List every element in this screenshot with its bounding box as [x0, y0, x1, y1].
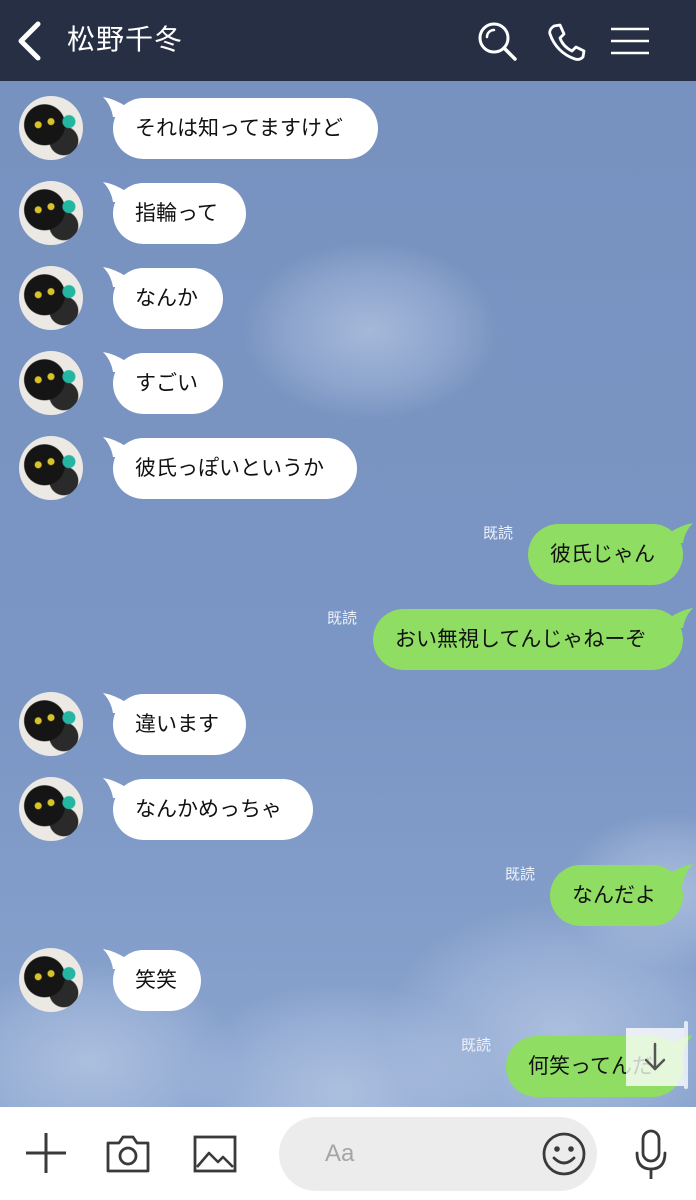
read-receipt: 既読: [505, 865, 536, 883]
background-cloud: [240, 241, 500, 421]
incoming-message-bubble[interactable]: 彼氏っぽいというか: [113, 438, 357, 499]
chat-title: 松野千冬: [67, 23, 184, 56]
search-icon[interactable]: [476, 20, 520, 62]
contact-avatar[interactable]: [19, 266, 83, 330]
chat-header: 松野千冬: [0, 0, 696, 81]
outgoing-message-bubble[interactable]: おい無視してんじゃねーぞ: [373, 609, 683, 670]
incoming-message-bubble[interactable]: 違います: [113, 694, 246, 755]
outgoing-message-bubble[interactable]: 彼氏じゃん: [528, 524, 683, 585]
read-receipt: 既読: [327, 609, 358, 627]
plus-icon[interactable]: [22, 1129, 70, 1177]
arrow-down-icon: [644, 1042, 666, 1071]
microphone-icon[interactable]: [632, 1127, 670, 1183]
message-input[interactable]: Aa: [279, 1117, 597, 1191]
menu-icon[interactable]: [608, 20, 652, 62]
contact-avatar[interactable]: [19, 181, 83, 245]
camera-icon[interactable]: [104, 1133, 152, 1175]
incoming-message-bubble[interactable]: すごい: [113, 353, 223, 414]
incoming-message-bubble[interactable]: なんか: [113, 268, 223, 329]
image-icon[interactable]: [192, 1133, 238, 1175]
contact-avatar[interactable]: [19, 777, 83, 841]
incoming-message-bubble[interactable]: それは知ってますけど: [113, 98, 378, 159]
emoji-icon[interactable]: [541, 1131, 587, 1177]
read-receipt: 既読: [461, 1036, 492, 1054]
scroll-to-bottom-button[interactable]: [626, 1028, 684, 1086]
contact-avatar[interactable]: [19, 351, 83, 415]
message-input-bar: Aa: [0, 1107, 696, 1200]
scrollbar[interactable]: [684, 1021, 688, 1089]
contact-avatar[interactable]: [19, 96, 83, 160]
read-receipt: 既読: [483, 524, 514, 542]
message-input-placeholder: Aa: [325, 1140, 355, 1167]
contact-avatar[interactable]: [19, 692, 83, 756]
incoming-message-bubble[interactable]: 笑笑: [113, 950, 201, 1011]
contact-avatar[interactable]: [19, 436, 83, 500]
outgoing-message-bubble[interactable]: なんだよ: [550, 865, 683, 926]
incoming-message-bubble[interactable]: 指輪って: [113, 183, 246, 244]
chat-area[interactable]: それは知ってますけど 指輪って なんか すごい 彼氏っぽいというか 彼氏じゃん 既読 おい無視…: [0, 81, 696, 1107]
contact-avatar[interactable]: [19, 948, 83, 1012]
incoming-message-bubble[interactable]: なんかめっちゃ: [113, 779, 313, 840]
phone-icon[interactable]: [545, 20, 589, 62]
chevron-left-icon[interactable]: [10, 18, 50, 64]
